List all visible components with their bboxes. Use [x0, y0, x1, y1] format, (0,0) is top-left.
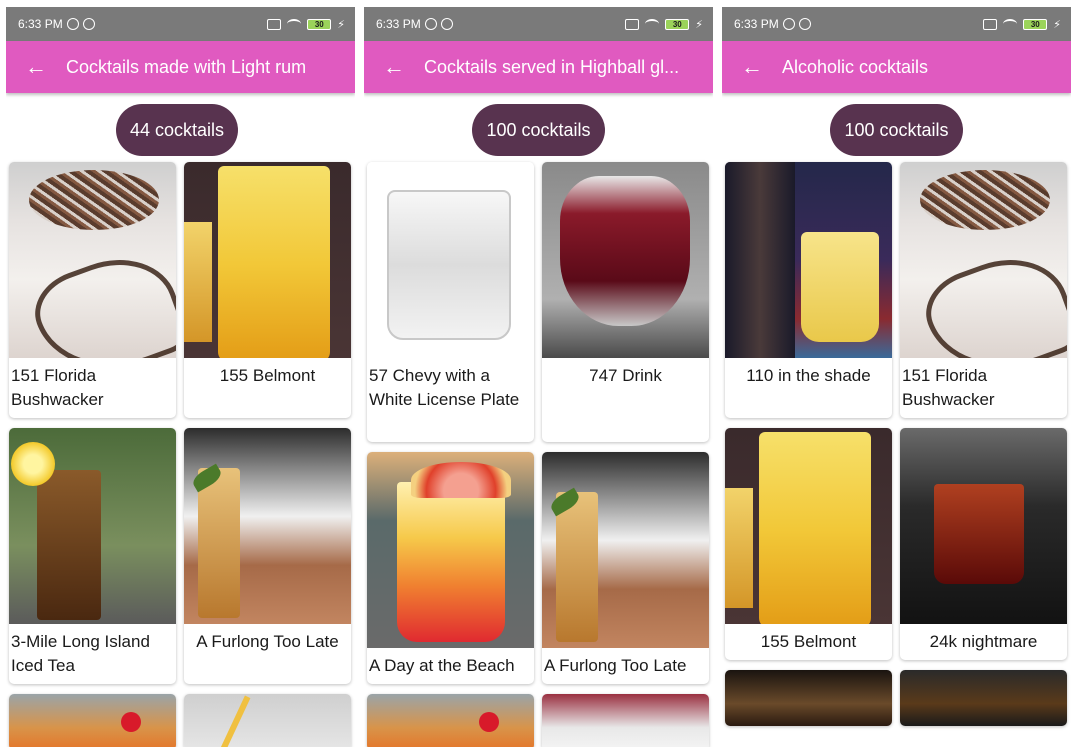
cocktail-card[interactable]	[542, 694, 709, 747]
status-time: 6:33 PM	[18, 17, 63, 31]
battery-icon: 30	[1023, 18, 1048, 30]
cocktail-count-badge: 44 cocktails	[116, 104, 239, 156]
cocktail-name: 3-Mile Long Island Iced Tea	[11, 632, 150, 675]
cocktail-name: A Furlong Too Late	[196, 632, 339, 651]
cocktail-name: 155 Belmont	[760, 632, 857, 651]
notification-icon	[82, 18, 95, 30]
sim-icon	[625, 18, 640, 30]
charging-icon: ⚡	[695, 18, 703, 31]
cocktail-photo	[542, 162, 709, 358]
cocktail-photo	[9, 428, 176, 624]
notification-icon	[440, 18, 453, 30]
charging-icon: ⚡	[337, 18, 345, 31]
cocktail-card[interactable]: 747 Drink	[542, 162, 709, 442]
status-time: 6:33 PM	[376, 17, 421, 31]
cocktail-photo	[900, 428, 1067, 624]
cocktail-name: 155 Belmont	[219, 366, 316, 385]
wifi-icon	[645, 19, 660, 29]
cocktail-grid: 110 in the shade 151 Florida Bushwacker …	[722, 155, 1071, 726]
screen-light-rum: 6:33 PM 30 ⚡ ← Cocktails made with Light …	[6, 7, 355, 747]
wifi-icon	[1003, 19, 1018, 29]
cocktail-card[interactable]: 3-Mile Long Island Iced Tea	[9, 428, 176, 684]
cocktail-name: 57 Chevy with a White License Plate	[369, 366, 520, 409]
cocktail-photo	[9, 162, 176, 358]
cocktail-photo	[900, 162, 1067, 358]
cocktail-card[interactable]	[367, 694, 534, 747]
status-time: 6:33 PM	[734, 17, 779, 31]
notification-icon	[66, 18, 79, 30]
notification-icon	[782, 18, 795, 30]
screen-alcoholic: 6:33 PM 30 ⚡ ← Alcoholic cocktails 100 co…	[722, 7, 1071, 747]
app-bar: ← Cocktails made with Light rum	[6, 41, 355, 93]
cocktail-count-badge: 100 cocktails	[472, 104, 605, 156]
cocktail-card[interactable]: 151 Florida Bushwacker	[9, 162, 176, 418]
cocktail-photo	[184, 428, 351, 624]
status-bar: 6:33 PM 30 ⚡	[722, 7, 1071, 41]
cocktail-card[interactable]: 151 Florida Bushwacker	[900, 162, 1067, 418]
cocktail-name: 151 Florida Bushwacker	[902, 366, 995, 409]
cocktail-card[interactable]	[184, 694, 351, 747]
sim-icon	[983, 18, 998, 30]
charging-icon: ⚡	[1053, 18, 1061, 31]
cocktail-photo	[9, 694, 176, 747]
cocktail-photo	[367, 694, 534, 747]
app-bar: ← Cocktails served in Highball gl...	[364, 41, 713, 93]
cocktail-card[interactable]	[725, 670, 892, 726]
cocktail-card[interactable]: 24k nightmare	[900, 428, 1067, 660]
cocktail-count-badge: 100 cocktails	[830, 104, 963, 156]
arrow-back-icon[interactable]: ←	[722, 41, 782, 93]
app-bar: ← Alcoholic cocktails	[722, 41, 1071, 93]
status-bar: 6:33 PM 30 ⚡	[364, 7, 713, 41]
cocktail-name: A Day at the Beach	[369, 656, 515, 675]
cocktail-card[interactable]: A Furlong Too Late	[542, 452, 709, 684]
wifi-icon	[287, 19, 302, 29]
status-bar: 6:33 PM 30 ⚡	[6, 7, 355, 41]
cocktail-photo	[367, 452, 534, 648]
cocktail-card[interactable]: A Day at the Beach	[367, 452, 534, 684]
cocktail-card[interactable]	[900, 670, 1067, 726]
notification-icon	[798, 18, 811, 30]
cocktail-card[interactable]	[9, 694, 176, 747]
cocktail-grid: 151 Florida Bushwacker 155 Belmont 3-Mil…	[6, 155, 355, 747]
cocktail-card[interactable]: 57 Chevy with a White License Plate	[367, 162, 534, 442]
cocktail-photo	[725, 670, 892, 726]
cocktail-card[interactable]: 155 Belmont	[725, 428, 892, 660]
cocktail-name: 151 Florida Bushwacker	[11, 366, 104, 409]
cocktail-grid: 57 Chevy with a White License Plate 747 …	[364, 155, 713, 747]
page-title: Cocktails made with Light rum	[66, 56, 307, 77]
cocktail-photo	[542, 694, 709, 747]
page-title: Alcoholic cocktails	[782, 56, 929, 77]
page-title: Cocktails served in Highball gl...	[424, 56, 680, 77]
sim-icon	[267, 18, 282, 30]
cocktail-photo	[725, 162, 892, 358]
cocktail-photo	[900, 670, 1067, 726]
cocktail-card[interactable]: A Furlong Too Late	[184, 428, 351, 684]
arrow-back-icon[interactable]: ←	[364, 41, 424, 93]
cocktail-name: 24k nightmare	[929, 632, 1038, 651]
cocktail-name: A Furlong Too Late	[544, 656, 687, 675]
battery-icon: 30	[665, 18, 690, 30]
screenshots-collage: 6:33 PM 30 ⚡ ← Cocktails made with Light …	[0, 0, 1078, 753]
cocktail-photo	[542, 452, 709, 648]
arrow-back-icon[interactable]: ←	[6, 41, 66, 93]
cocktail-photo	[184, 694, 351, 747]
notification-icon	[424, 18, 437, 30]
screen-highball-glass: 6:33 PM 30 ⚡ ← Cocktails served in Highba…	[364, 7, 713, 747]
cocktail-photo	[725, 428, 892, 624]
cocktail-photo	[184, 162, 351, 358]
battery-icon: 30	[307, 18, 332, 30]
cocktail-card[interactable]: 110 in the shade	[725, 162, 892, 418]
cocktail-name: 110 in the shade	[746, 366, 871, 385]
cocktail-name: 747 Drink	[589, 366, 662, 385]
cocktail-card[interactable]: 155 Belmont	[184, 162, 351, 418]
cocktail-photo	[367, 162, 534, 358]
